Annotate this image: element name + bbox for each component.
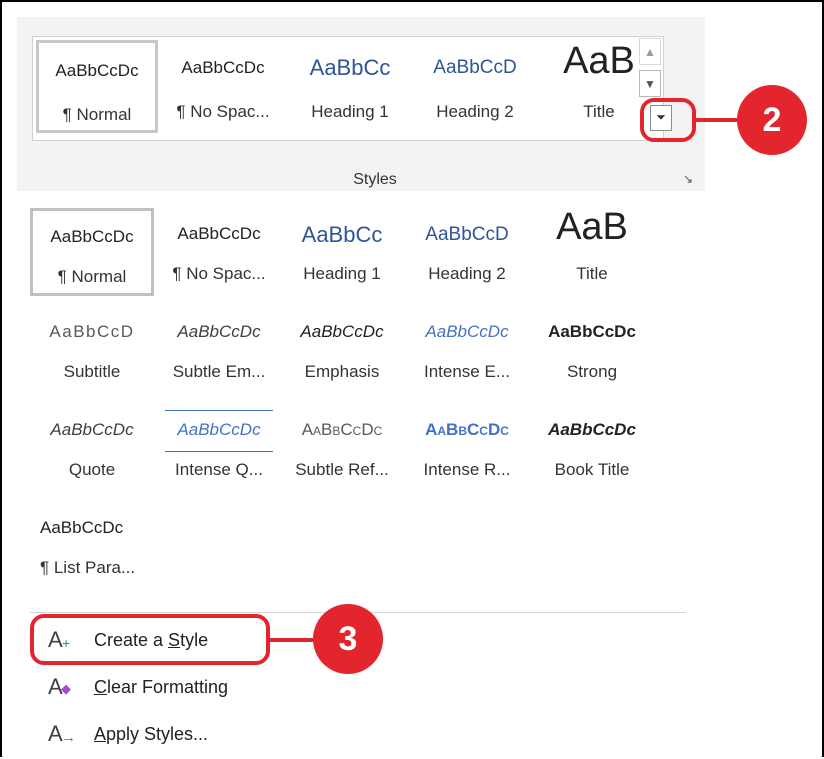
ribbon-style-no-spacing[interactable]: AaBbCcDc ¶ No Spac... xyxy=(162,40,284,133)
callout-connector xyxy=(270,638,318,642)
style-book-title[interactable]: AaBbCcDc Book Title xyxy=(530,404,654,492)
apply-styles-icon: A → xyxy=(48,721,76,746)
style-list-paragraph[interactable]: AaBbCcDc ¶ List Para... xyxy=(30,502,140,590)
style-sample: AaBbCcDc xyxy=(177,224,261,243)
style-label: ¶ Normal xyxy=(57,267,127,286)
style-label: Intense E... xyxy=(424,362,510,381)
apply-styles-accelerator: A xyxy=(94,723,107,744)
clear-formatting-menu-item[interactable]: A ◆ Clear Formatting xyxy=(48,674,228,704)
style-label: Intense R... xyxy=(423,460,511,479)
step-badge-2: 2 xyxy=(737,85,807,155)
style-sample: AaBbCcDc xyxy=(425,420,509,439)
style-label: Intense Q... xyxy=(175,460,263,479)
clear-formatting-accelerator: C xyxy=(94,676,107,697)
style-sample: AaBbCcDc xyxy=(425,322,509,341)
apply-styles-label-post: pply Styles... xyxy=(106,723,209,744)
gallery-scroll-down-button[interactable]: ▼ xyxy=(639,70,661,97)
style-sample: AaBbCcDc xyxy=(50,420,134,439)
ribbon-style-normal[interactable]: AaBbCcDc ¶ Normal xyxy=(36,40,158,133)
style-sample: AaBbCcDc xyxy=(177,420,261,439)
create-style-highlight xyxy=(30,614,270,665)
style-label: Emphasis xyxy=(304,362,380,381)
style-strong[interactable]: AaBbCcDc Strong xyxy=(530,306,654,394)
style-sample: AaBbCcD xyxy=(433,57,517,78)
style-normal[interactable]: AaBbCcDc ¶ Normal xyxy=(30,208,154,296)
style-label: Book Title xyxy=(554,460,630,479)
style-subtle-reference[interactable]: AaBbCcDc Subtle Ref... xyxy=(280,404,404,492)
style-label: Heading 1 xyxy=(311,102,389,121)
gallery-scroll-up-button[interactable]: ▲ xyxy=(639,38,661,65)
style-sample: AaBbCcDc xyxy=(548,322,636,341)
style-sample: AaBbCcDc xyxy=(177,322,261,341)
style-subtle-emphasis[interactable]: AaBbCcDc Subtle Em... xyxy=(157,306,281,394)
ribbon-style-heading-2[interactable]: AaBbCcD Heading 2 xyxy=(414,40,536,133)
style-label: ¶ No Spac... xyxy=(176,102,270,121)
style-heading-2[interactable]: AaBbCcD Heading 2 xyxy=(405,208,529,296)
style-title[interactable]: AaB Title xyxy=(530,206,654,296)
style-sample: AaBbCcDc xyxy=(55,61,139,80)
apply-styles-menu-item[interactable]: A → Apply Styles... xyxy=(48,721,208,751)
style-label: Heading 1 xyxy=(303,264,381,283)
clear-formatting-label-post: lear Formatting xyxy=(107,676,229,697)
ribbon-group-label: Styles xyxy=(353,171,397,188)
style-heading-1[interactable]: AaBbCc Heading 1 xyxy=(280,208,404,296)
style-sample: AaBbCcDc xyxy=(40,518,124,537)
style-label: Heading 2 xyxy=(428,264,506,283)
style-intense-quote[interactable]: AaBbCcDc Intense Q... xyxy=(157,404,281,492)
style-label: Quote xyxy=(68,460,116,479)
style-sample: AaBbCcDc xyxy=(181,58,265,77)
style-sample: AaBbCc xyxy=(309,55,391,80)
style-sample: AaBbCcD xyxy=(49,322,135,341)
style-label: Title xyxy=(576,264,608,283)
style-intense-reference[interactable]: AaBbCcDc Intense R... xyxy=(405,404,529,492)
style-label: Subtle Ref... xyxy=(295,460,389,479)
style-label: Strong xyxy=(566,362,618,381)
style-sample: AaBbCc xyxy=(301,222,383,247)
style-sample: AaBbCcDc xyxy=(301,420,383,439)
style-label: ¶ Normal xyxy=(62,105,132,124)
more-button-highlight xyxy=(640,98,696,142)
style-label: Subtitle xyxy=(63,362,121,381)
style-intense-emphasis[interactable]: AaBbCcDc Intense E... xyxy=(405,306,529,394)
clear-formatting-icon: A ◆ xyxy=(48,674,71,699)
style-sample: AaBbCcDc xyxy=(300,322,384,341)
style-sample: AaBbCcDc xyxy=(548,420,636,439)
ribbon-style-heading-1[interactable]: AaBbCc Heading 1 xyxy=(289,40,411,133)
style-label: ¶ List Para... xyxy=(40,558,136,577)
step-badge-3: 3 xyxy=(313,604,383,674)
style-no-spacing[interactable]: AaBbCcDc ¶ No Spac... xyxy=(157,208,281,296)
dialog-launcher-icon[interactable]: ↘ xyxy=(683,172,693,186)
style-emphasis[interactable]: AaBbCcDc Emphasis xyxy=(280,306,404,394)
style-sample: AaBbCcDc xyxy=(50,227,134,246)
callout-connector xyxy=(696,118,742,122)
style-label: Heading 2 xyxy=(436,102,514,121)
style-subtitle[interactable]: AaBbCcD Subtitle xyxy=(30,306,154,394)
style-sample: AaB xyxy=(556,206,628,248)
style-quote[interactable]: AaBbCcDc Quote xyxy=(30,404,154,492)
style-sample: AaBbCcD xyxy=(425,224,509,245)
style-label: Subtle Em... xyxy=(172,362,266,381)
style-label: ¶ No Spac... xyxy=(172,264,266,283)
